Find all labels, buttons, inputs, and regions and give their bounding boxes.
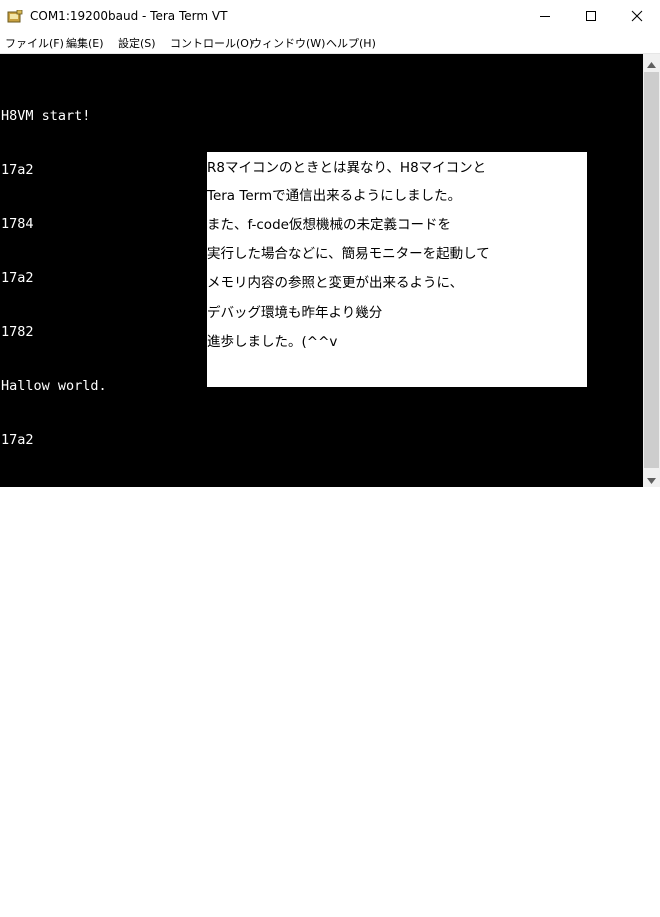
title-bar[interactable]: COM1:19200baud - Tera Term VT: [0, 0, 660, 33]
annotation-line: Tera Termで通信出来るようにしました。: [207, 188, 462, 204]
scroll-down-arrow-icon: [647, 469, 656, 488]
menu-help[interactable]: ヘルプ(H): [326, 35, 376, 51]
terminal-line: 1782: [1, 486, 34, 502]
menu-bar: ファイル(F) 編集(E) 設定(S) コントロール(O) ウィンドウ(W) ヘ…: [0, 33, 660, 54]
maximize-button[interactable]: [568, 0, 614, 33]
terminal-line: IP=0007: [1, 594, 58, 610]
terminal-line: Hallow world.: [1, 378, 107, 394]
annotation-line: 実行した場合などに、簡易モニターを起動して: [207, 246, 490, 262]
menu-file[interactable]: ファイル(F): [5, 35, 64, 51]
terminal-screen[interactable]: H8VM start! 17a2 1784 17a2 1782 Hallow w…: [0, 54, 643, 881]
menu-window[interactable]: ウィンドウ(W): [251, 35, 325, 51]
terminal-line: H8VM start!: [1, 108, 91, 124]
minimize-button[interactable]: [522, 0, 568, 33]
scroll-up-arrow-icon: [647, 53, 656, 72]
terminal-line: 17a2: [1, 432, 34, 448]
window-title: COM1:19200baud - Tera Term VT: [30, 9, 228, 23]
terminal-line: 17a2: [1, 162, 34, 178]
maximize-icon: [585, 7, 597, 26]
annotation-line: デバッグ環境も昨年より幾分: [207, 305, 383, 321]
minimize-icon: [539, 7, 551, 26]
terminal-line: 0065 0d,: [1, 756, 67, 772]
teraterm-app-icon[interactable]: [7, 9, 23, 23]
vertical-scrollbar[interactable]: [643, 54, 660, 487]
terminal-line: 1784: [1, 216, 34, 232]
annotation-line: R8マイコンのときとは異なり、H8マイコンと: [207, 160, 487, 176]
prompt-line: -: [1, 863, 147, 881]
annotation-line: また、f-code仮想機械の未定義コードを: [207, 217, 451, 233]
scroll-thumb[interactable]: [644, 72, 659, 468]
terminal-line: 17a2: [1, 270, 34, 286]
annotation-line: メモリ内容の参照と変更が出来るように、: [207, 275, 464, 291]
terminal-line: 0064 36,: [1, 702, 67, 718]
text-cursor: [10, 863, 18, 881]
scroll-up-button[interactable]: [643, 54, 660, 71]
menu-edit[interactable]: 編集(E): [66, 35, 104, 51]
terminal-output: H8VM start! 17a2 1784 17a2 1782 Hallow w…: [1, 71, 147, 917]
annotation-box: R8マイコンのときとは異なり、H8マイコンと Tera Termで通信出来るよう…: [207, 152, 587, 387]
prompt-text: -: [1, 864, 10, 880]
terminal-line: 1782: [1, 324, 34, 340]
terminal-line: -64: [1, 648, 26, 664]
scroll-down-button[interactable]: [643, 470, 660, 487]
terminal-line: Unknown code =00ff: [1, 540, 148, 556]
annotation-line: 進歩しました。(^^v: [207, 334, 338, 350]
close-icon: [631, 7, 643, 26]
terminal-line: 0066 00.: [1, 810, 67, 826]
menu-setup[interactable]: 設定(S): [118, 35, 156, 51]
close-button[interactable]: [614, 0, 660, 33]
menu-control[interactable]: コントロール(O): [170, 35, 253, 51]
